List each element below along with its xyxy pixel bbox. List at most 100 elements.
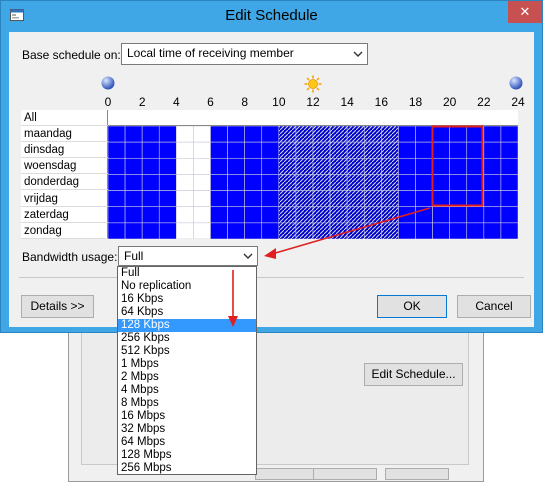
schedule-cell[interactable] xyxy=(329,206,348,224)
schedule-cell[interactable] xyxy=(108,222,126,239)
day-row-label[interactable]: dinsdag xyxy=(21,142,108,159)
schedule-cell[interactable] xyxy=(500,174,518,191)
schedule-cell[interactable] xyxy=(449,174,468,191)
schedule-cell[interactable] xyxy=(346,206,365,224)
schedule-cell[interactable] xyxy=(363,141,382,159)
schedule-cell[interactable] xyxy=(329,157,348,175)
schedule-cell[interactable] xyxy=(261,222,280,239)
schedule-cell[interactable] xyxy=(500,190,518,208)
schedule-cell[interactable] xyxy=(381,157,399,175)
schedule-cell[interactable] xyxy=(312,141,331,159)
schedule-cell[interactable] xyxy=(312,126,331,143)
schedule-cell[interactable] xyxy=(449,157,468,175)
schedule-grid[interactable]: All maandag dinsdag woensdag donderdag vrijd… xyxy=(21,110,518,239)
schedule-cell[interactable] xyxy=(466,190,485,208)
schedule-cell[interactable] xyxy=(483,174,502,191)
schedule-cell[interactable] xyxy=(295,206,314,224)
day-row-label[interactable]: maandag xyxy=(21,126,108,142)
schedule-cell[interactable] xyxy=(193,174,211,191)
bandwidth-option[interactable]: 32 Mbps xyxy=(118,423,256,436)
schedule-cell[interactable] xyxy=(346,190,365,208)
schedule-cell[interactable] xyxy=(210,190,228,208)
schedule-cell[interactable] xyxy=(141,157,160,175)
schedule-cell[interactable] xyxy=(158,141,177,159)
schedule-cell[interactable] xyxy=(363,206,382,224)
details-button[interactable]: Details >> xyxy=(21,295,94,318)
schedule-cell[interactable] xyxy=(261,206,280,224)
schedule-cell[interactable] xyxy=(193,206,211,224)
bandwidth-option[interactable]: 64 Mbps xyxy=(118,436,256,449)
schedule-cell[interactable] xyxy=(398,141,416,159)
background-tab[interactable] xyxy=(385,468,449,480)
schedule-cell[interactable] xyxy=(261,141,280,159)
schedule-cell[interactable] xyxy=(124,190,143,208)
schedule-cell[interactable] xyxy=(329,222,348,239)
day-row-label[interactable]: vrijdag xyxy=(21,191,108,207)
schedule-cell[interactable] xyxy=(381,174,399,191)
schedule-cell[interactable] xyxy=(466,222,485,239)
schedule-cell[interactable] xyxy=(210,157,228,175)
day-row-label[interactable]: woensdag xyxy=(21,158,108,175)
schedule-cell[interactable] xyxy=(415,206,433,224)
ok-button[interactable]: OK xyxy=(377,295,447,318)
schedule-cell[interactable] xyxy=(108,206,126,224)
schedule-cell[interactable] xyxy=(483,222,502,239)
schedule-cell[interactable] xyxy=(500,157,518,175)
bandwidth-option[interactable]: 16 Mbps xyxy=(118,410,256,423)
schedule-cell[interactable] xyxy=(158,206,177,224)
bandwidth-option[interactable]: 1 Mbps xyxy=(118,358,256,371)
bandwidth-option[interactable]: 16 Kbps xyxy=(118,293,256,306)
schedule-cell[interactable] xyxy=(261,126,280,143)
schedule-cell[interactable] xyxy=(398,190,416,208)
schedule-cell[interactable] xyxy=(398,174,416,191)
schedule-cell[interactable] xyxy=(363,157,382,175)
schedule-cell[interactable] xyxy=(244,126,263,143)
schedule-cell[interactable] xyxy=(108,174,126,191)
schedule-cell[interactable] xyxy=(176,222,194,239)
schedule-cell[interactable] xyxy=(244,141,263,159)
schedule-cell[interactable] xyxy=(295,157,314,175)
schedule-cell[interactable] xyxy=(483,190,502,208)
schedule-cell[interactable] xyxy=(176,141,194,159)
schedule-cell[interactable] xyxy=(295,141,314,159)
schedule-cell[interactable] xyxy=(158,126,177,143)
schedule-cell[interactable] xyxy=(500,206,518,224)
schedule-cell[interactable] xyxy=(261,157,280,175)
schedule-cell[interactable] xyxy=(466,126,485,143)
schedule-cell[interactable] xyxy=(210,206,228,224)
schedule-cell[interactable] xyxy=(466,157,485,175)
schedule-cell[interactable] xyxy=(295,222,314,239)
schedule-cell[interactable] xyxy=(278,141,297,159)
schedule-cell[interactable] xyxy=(158,222,177,239)
schedule-cell[interactable] xyxy=(500,126,518,143)
schedule-cell[interactable] xyxy=(381,190,399,208)
bandwidth-options-list[interactable]: Full No replication 16 Kbps 64 Kbps 128 Kbps… xyxy=(117,266,257,475)
schedule-cell[interactable] xyxy=(210,222,228,239)
schedule-cell[interactable] xyxy=(432,174,450,191)
schedule-cell[interactable] xyxy=(124,222,143,239)
schedule-cell[interactable] xyxy=(176,126,194,143)
schedule-cell[interactable] xyxy=(432,141,450,159)
schedule-cell[interactable] xyxy=(415,141,433,159)
close-button[interactable]: ✕ xyxy=(508,1,542,23)
schedule-cell[interactable] xyxy=(500,141,518,159)
schedule-cell[interactable] xyxy=(432,206,450,224)
schedule-cell[interactable] xyxy=(227,174,245,191)
schedule-cell[interactable] xyxy=(346,157,365,175)
bandwidth-option[interactable]: 2 Mbps xyxy=(118,371,256,384)
schedule-cell[interactable] xyxy=(449,126,468,143)
schedule-cell[interactable] xyxy=(398,222,416,239)
schedule-cell[interactable] xyxy=(363,190,382,208)
schedule-cell[interactable] xyxy=(227,190,245,208)
schedule-cell[interactable] xyxy=(124,126,143,143)
schedule-cell[interactable] xyxy=(381,222,399,239)
schedule-cell[interactable] xyxy=(295,174,314,191)
bandwidth-option[interactable]: 128 Kbps xyxy=(118,319,256,332)
schedule-cell[interactable] xyxy=(261,174,280,191)
schedule-cell[interactable] xyxy=(141,190,160,208)
bandwidth-option[interactable]: 64 Kbps xyxy=(118,306,256,319)
schedule-cell[interactable] xyxy=(483,126,502,143)
schedule-cell[interactable] xyxy=(312,206,331,224)
schedule-cell[interactable] xyxy=(346,141,365,159)
bandwidth-option[interactable]: 256 Kbps xyxy=(118,332,256,345)
